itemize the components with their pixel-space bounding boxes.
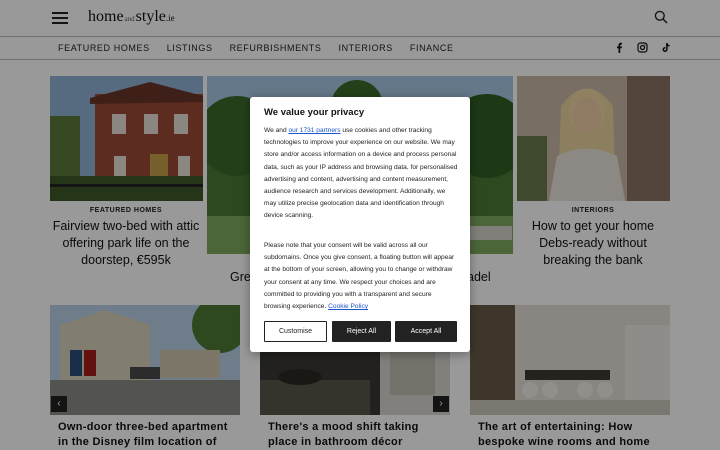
reject-all-button[interactable]: Reject All [332, 321, 391, 342]
partners-link[interactable]: our 1731 partners [288, 127, 340, 134]
consent-heading: We value your privacy [264, 107, 365, 118]
consent-text-2: Please note that your consent will be va… [264, 242, 455, 311]
consent-text-1: We and our 1731 partners use cookies and… [264, 127, 458, 220]
customise-button[interactable]: Customise [264, 321, 327, 342]
cookie-policy-link[interactable]: Cookie Policy [328, 303, 368, 310]
accept-all-button[interactable]: Accept All [395, 321, 457, 342]
consent-dialog: We value your privacy We and our 1731 pa… [250, 97, 470, 352]
